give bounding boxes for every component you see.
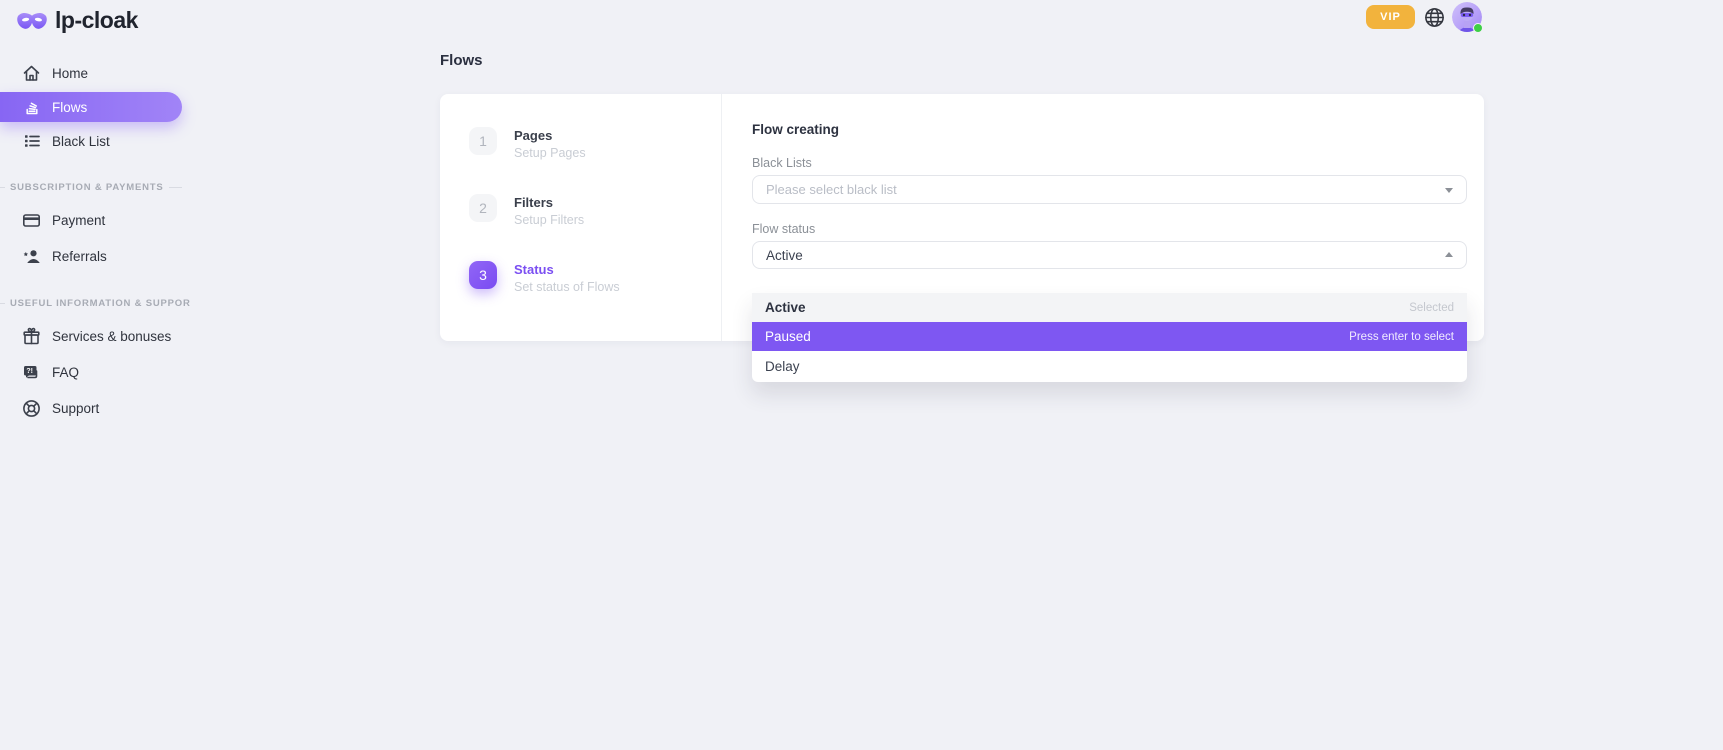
sidebar-item-payment[interactable]: Payment — [0, 202, 190, 238]
brand-name: lp-cloak — [55, 7, 138, 34]
black-lists-select[interactable]: Please select black list — [752, 175, 1467, 204]
step-title: Filters — [514, 194, 584, 210]
top-bar: lp-cloak VIP — [0, 0, 1723, 40]
sidebar-item-label: Payment — [52, 213, 105, 228]
sidebar-section-header: USEFUL INFORMATION & SUPPORT — [0, 296, 190, 310]
black-lists-placeholder: Please select black list — [766, 182, 897, 197]
lifebuoy-icon — [22, 399, 41, 418]
option-label: Paused — [765, 329, 811, 344]
option-active[interactable]: Active Selected — [752, 293, 1467, 322]
mask-logo-icon — [16, 10, 48, 32]
sidebar-item-label: Referrals — [52, 249, 107, 264]
step-number-badge: 3 — [469, 261, 497, 289]
sidebar-item-black-list[interactable]: Black List — [0, 124, 190, 158]
sidebar-item-flows[interactable]: Flows — [0, 92, 182, 122]
chevron-down-icon — [1445, 188, 1453, 193]
step-title: Pages — [514, 127, 586, 143]
step-title: Status — [514, 261, 620, 277]
sidebar-item-label: FAQ — [52, 365, 79, 380]
step-number-badge: 1 — [469, 127, 497, 155]
flow-form: Flow creating Black Lists Please select … — [722, 94, 1484, 341]
flow-status-select[interactable]: Active — [752, 241, 1467, 269]
divider — [0, 187, 5, 188]
sidebar-item-home[interactable]: Home — [0, 56, 190, 90]
flow-status-label: Flow status — [752, 221, 1467, 237]
option-hint: Selected — [1409, 302, 1454, 314]
sidebar-item-label: Flows — [52, 100, 87, 115]
step-pages[interactable]: 1 Pages Setup Pages — [469, 127, 721, 160]
credit-card-icon — [22, 211, 41, 230]
svg-text:?!: ?! — [26, 368, 33, 375]
list-icon — [22, 132, 41, 151]
person-star-icon — [22, 247, 41, 266]
flows-stack-icon — [22, 98, 41, 117]
step-status[interactable]: 3 Status Set status of Flows — [469, 261, 721, 294]
flow-creating-card: 1 Pages Setup Pages 2 Filters Setup Filt… — [440, 94, 1484, 341]
online-status-dot — [1473, 23, 1483, 33]
option-hint: Press enter to select — [1349, 331, 1454, 343]
language-globe-icon[interactable] — [1424, 7, 1445, 28]
sidebar: Home Flows — [0, 56, 190, 426]
divider — [169, 187, 182, 188]
vip-button[interactable]: VIP — [1366, 5, 1415, 29]
step-number-badge: 2 — [469, 194, 497, 222]
option-delay[interactable]: Delay — [752, 351, 1467, 382]
sidebar-item-label: Support — [52, 401, 99, 416]
user-avatar[interactable] — [1452, 2, 1482, 32]
sidebar-item-label: Home — [52, 66, 88, 81]
step-filters[interactable]: 2 Filters Setup Filters — [469, 194, 721, 227]
faq-chat-icon: ?! — [22, 363, 41, 382]
step-subtitle: Set status of Flows — [514, 280, 620, 294]
option-label: Delay — [765, 359, 800, 374]
flow-status-value: Active — [766, 248, 803, 263]
flow-status-dropdown: Active Selected Paused Press enter to se… — [752, 293, 1467, 382]
sidebar-item-faq[interactable]: ?! FAQ — [0, 354, 190, 390]
sidebar-section-header: SUBSCRIPTION & PAYMENTS — [0, 180, 190, 194]
sidebar-item-label: Services & bonuses — [52, 329, 171, 344]
step-subtitle: Setup Filters — [514, 213, 584, 227]
option-label: Active — [765, 300, 806, 315]
step-subtitle: Setup Pages — [514, 146, 586, 160]
chevron-up-icon — [1445, 252, 1453, 257]
main-content: Flows 1 Pages Setup Pages 2 Filters Setu… — [440, 52, 1484, 341]
option-paused[interactable]: Paused Press enter to select — [752, 322, 1467, 351]
gift-icon — [22, 327, 41, 346]
form-title: Flow creating — [752, 122, 1467, 138]
sidebar-item-support[interactable]: Support — [0, 390, 190, 426]
black-lists-label: Black Lists — [752, 155, 1467, 171]
brand-logo[interactable]: lp-cloak — [16, 7, 138, 34]
sidebar-item-label: Black List — [52, 134, 110, 149]
sidebar-item-services-bonuses[interactable]: Services & bonuses — [0, 318, 190, 354]
divider — [0, 303, 5, 304]
flow-stepper: 1 Pages Setup Pages 2 Filters Setup Filt… — [440, 94, 722, 341]
page-title: Flows — [440, 52, 1484, 70]
home-icon — [22, 64, 41, 83]
sidebar-item-referrals[interactable]: Referrals — [0, 238, 190, 274]
